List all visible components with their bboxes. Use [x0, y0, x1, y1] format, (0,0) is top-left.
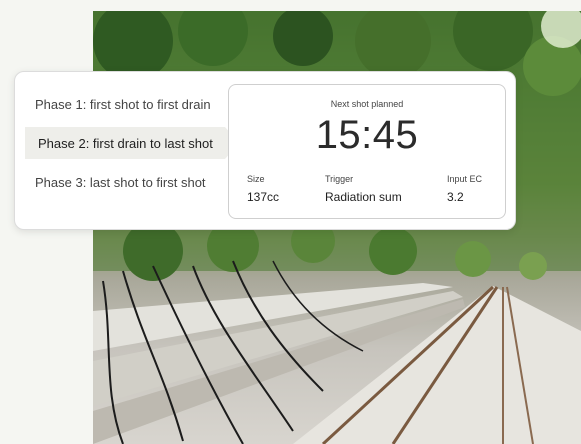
next-shot-time: 15:45 — [315, 113, 419, 157]
size-label: Size — [247, 174, 265, 184]
trigger-value: Radiation sum — [325, 190, 402, 204]
irrigation-phase-card: Phase 1: first shot to first drain Phase… — [14, 71, 516, 230]
phase-item-3[interactable]: Phase 3: last shot to first shot — [35, 175, 206, 190]
input-ec-label: Input EC — [447, 174, 483, 184]
next-shot-caption: Next shot planned — [330, 99, 404, 109]
size-value: 137cc — [247, 190, 280, 204]
phase-item-2-active[interactable]: Phase 2: first drain to last shot — [25, 127, 239, 159]
phase-item-2-label: Phase 2: first drain to last shot — [38, 135, 213, 151]
trigger-label: Trigger — [325, 174, 354, 184]
next-shot-panel: Next shot planned 15:45 Size 137cc Trigg… — [228, 84, 506, 219]
input-ec-value: 3.2 — [447, 190, 464, 204]
phase-item-1[interactable]: Phase 1: first shot to first drain — [35, 97, 211, 112]
